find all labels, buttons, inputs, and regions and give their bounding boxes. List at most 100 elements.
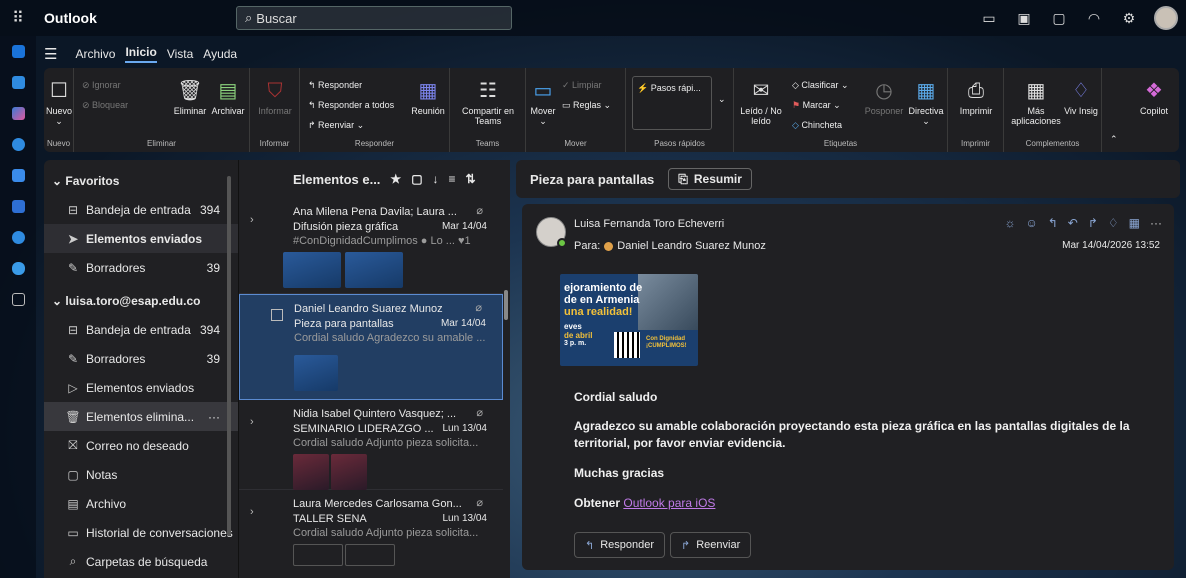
- attachment-thumbnail[interactable]: [345, 252, 403, 288]
- copilot-button[interactable]: ❖ Copilot: [1134, 78, 1174, 116]
- sweep-button[interactable]: ✓ Limpiar: [562, 80, 602, 91]
- meet-now-icon[interactable]: ▭: [979, 8, 999, 28]
- attachment-thumbnail[interactable]: [293, 454, 329, 490]
- collapse-ribbon-icon[interactable]: ⌃: [1110, 134, 1118, 145]
- acc-drafts[interactable]: ✎ Borradores 39: [44, 344, 238, 373]
- org-app-icon[interactable]: [0, 222, 36, 253]
- more-options-icon[interactable]: ···: [208, 410, 220, 424]
- viva-insights-button[interactable]: ♢ Viv Insig: [1064, 78, 1098, 116]
- folder-scrollbar[interactable]: [227, 176, 231, 536]
- quick-steps-gallery[interactable]: ⚡ Pasos rápi...: [632, 76, 712, 130]
- print-button[interactable]: ⎙ Imprimir: [954, 78, 998, 116]
- forward-button[interactable]: ↱ Reenviar: [670, 532, 752, 558]
- menu-inicio[interactable]: Inicio: [125, 45, 157, 63]
- attachment-thumbnail[interactable]: [294, 355, 338, 391]
- people-app-icon[interactable]: [0, 129, 36, 160]
- reply-button[interactable]: ↰ Responder: [574, 532, 666, 558]
- calendar-app-icon[interactable]: [0, 67, 36, 98]
- chevron-right-icon[interactable]: ›: [250, 416, 254, 428]
- delete-button[interactable]: 🗑 Eliminar: [170, 78, 210, 116]
- account-header[interactable]: ⌄ luisa.toro@esap.edu.co: [44, 286, 238, 315]
- acc-search-folders[interactable]: ⌕ Carpetas de búsqueda: [44, 547, 238, 576]
- acc-junk[interactable]: ⛝ Correo no deseado: [44, 431, 238, 460]
- summarize-button[interactable]: ⎘ Resumir: [668, 168, 752, 190]
- acc-history[interactable]: ▭ Historial de conversaciones: [44, 518, 238, 547]
- quick-step-item[interactable]: ⚡ Pasos rápi...: [637, 83, 701, 94]
- hamburger-icon[interactable]: ☰: [44, 45, 57, 63]
- acc-inbox[interactable]: ⊟ Bandeja de entrada 394: [44, 315, 238, 344]
- more-apps-button[interactable]: ▦ Más aplicaciones: [1008, 78, 1064, 126]
- acc-sent[interactable]: ▷ Elementos enviados: [44, 373, 238, 402]
- select-icon[interactable]: ▢: [411, 172, 422, 186]
- app-launcher-icon[interactable]: ⠿: [0, 8, 36, 28]
- onedrive-app-icon[interactable]: [0, 253, 36, 284]
- reply-all-icon[interactable]: ↶: [1068, 216, 1078, 230]
- menu-archivo[interactable]: Archivo: [75, 47, 115, 61]
- mail-app-icon[interactable]: [0, 36, 36, 67]
- flag-button[interactable]: ⚑ Marcar ⌄: [792, 100, 841, 111]
- move-button[interactable]: ▭ Mover ⌄: [528, 78, 558, 126]
- message-item[interactable]: › ⌀ Ana Milena Pena Davila; Laura ... Di…: [239, 198, 503, 294]
- search-box[interactable]: ⌕ Buscar: [236, 6, 512, 30]
- reply-all-button[interactable]: ↰ Responder a todos: [308, 100, 394, 111]
- outlook-ios-link[interactable]: Outlook para iOS: [623, 496, 715, 510]
- emoji-icon[interactable]: ☺: [1025, 216, 1037, 230]
- word-app-icon[interactable]: [0, 191, 36, 222]
- report-button[interactable]: ⛉ Informar: [254, 78, 296, 116]
- acc-deleted[interactable]: 🗑 Elementos elimina... ···: [44, 402, 238, 431]
- attachment-thumbnail[interactable]: [283, 252, 341, 288]
- quick-steps-expand-icon[interactable]: ⌄: [718, 94, 726, 105]
- select-checkbox[interactable]: [271, 309, 283, 321]
- list-scrollbar[interactable]: [504, 290, 508, 320]
- message-item[interactable]: › ⌀ Nidia Isabel Quintero Vasquez; ... S…: [239, 400, 503, 490]
- policy-button[interactable]: ▦ Directiva ⌄: [904, 78, 948, 126]
- chevron-right-icon[interactable]: ›: [250, 214, 254, 226]
- acc-notes[interactable]: ▢ Notas: [44, 460, 238, 489]
- meeting-button[interactable]: ▦ Reunión: [408, 78, 448, 116]
- reply-icon[interactable]: ↰: [1048, 216, 1058, 230]
- sender-avatar[interactable]: [536, 217, 567, 248]
- reply-button[interactable]: ↰ Responder: [308, 80, 362, 91]
- menu-ayuda[interactable]: Ayuda: [203, 47, 237, 61]
- sort-icon[interactable]: ⇅: [466, 172, 476, 186]
- forward-icon[interactable]: ↱: [1088, 216, 1098, 230]
- favorites-header[interactable]: ⌄ Favoritos: [44, 166, 238, 195]
- gear-icon[interactable]: ⚙: [1119, 8, 1139, 28]
- categorize-button[interactable]: ◇ Clasificar ⌄: [792, 80, 848, 91]
- rules-button[interactable]: ▭ Reglas ⌄: [562, 100, 611, 111]
- fav-sent[interactable]: ➤ Elementos enviados: [44, 224, 238, 253]
- sun-icon[interactable]: ☼: [1004, 216, 1015, 230]
- bell-icon[interactable]: ◠: [1084, 8, 1104, 28]
- embedded-poster-image[interactable]: ejoramiento de de en Armenia una realida…: [560, 274, 698, 366]
- jump-icon[interactable]: ↓: [433, 172, 439, 186]
- chevron-right-icon[interactable]: ›: [250, 506, 254, 518]
- copilot-app-icon[interactable]: [0, 98, 36, 129]
- filter-icon[interactable]: ≡: [449, 172, 456, 186]
- account-avatar[interactable]: [1154, 6, 1178, 30]
- feedback-icon[interactable]: ▢: [1049, 8, 1069, 28]
- snooze-button[interactable]: ◷ Posponer: [862, 78, 906, 116]
- attachment-thumbnail[interactable]: [293, 544, 343, 566]
- apps-icon[interactable]: ▦: [1129, 216, 1140, 230]
- menu-vista[interactable]: Vista: [167, 47, 193, 61]
- forward-button[interactable]: ↱ Reenviar ⌄: [308, 120, 364, 131]
- archive-button[interactable]: ▤ Archivar: [208, 78, 248, 116]
- fav-drafts[interactable]: ✎ Borradores 39: [44, 253, 238, 282]
- attachment-thumbnail[interactable]: [331, 454, 367, 490]
- todo-app-icon[interactable]: [0, 160, 36, 191]
- share-teams-button[interactable]: ☷ Compartir en Teams: [456, 78, 520, 126]
- onenote-icon[interactable]: ▣: [1014, 8, 1034, 28]
- star-icon[interactable]: ★: [390, 172, 401, 186]
- acc-archive[interactable]: ▤ Archivo: [44, 489, 238, 518]
- more-apps-icon[interactable]: [0, 284, 36, 315]
- read-unread-button[interactable]: ✉ Leído / No leído: [738, 78, 784, 126]
- attachment-thumbnail[interactable]: [345, 544, 395, 566]
- sender-name[interactable]: Luisa Fernanda Toro Echeverri: [574, 218, 724, 230]
- fav-inbox[interactable]: ⊟ Bandeja de entrada 394: [44, 195, 238, 224]
- pin-button[interactable]: ◇ Chincheta: [792, 120, 842, 131]
- ignore-button[interactable]: ⊘ Ignorar: [82, 80, 121, 91]
- block-button[interactable]: ⊘ Bloquear: [82, 100, 128, 111]
- recipient-name[interactable]: Daniel Leandro Suarez Munoz: [617, 240, 766, 252]
- new-mail-button[interactable]: ☐ Nuevo ⌄: [46, 78, 72, 126]
- insights-icon[interactable]: ♢: [1108, 216, 1119, 230]
